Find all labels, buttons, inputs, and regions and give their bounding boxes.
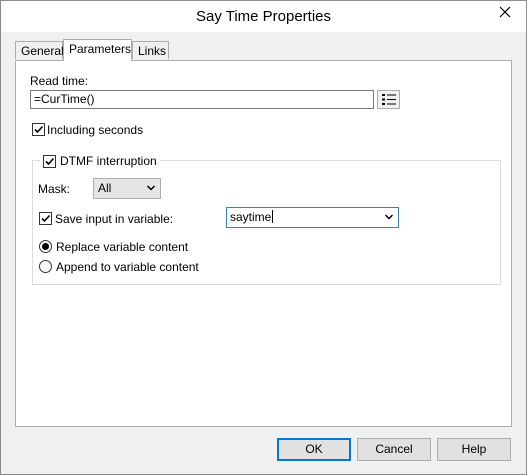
chevron-down-icon [384, 214, 394, 220]
dialog-window: Say Time Properties General Parameters L… [0, 0, 527, 475]
variable-combobox[interactable]: saytime [226, 207, 399, 228]
chevron-down-icon [146, 185, 156, 191]
tab-links[interactable]: Links [132, 41, 169, 59]
variable-value: saytime [230, 210, 272, 224]
dtmf-interruption-label: DTMF interruption [60, 154, 157, 168]
cancel-button[interactable]: Cancel [357, 438, 431, 461]
title-bar: Say Time Properties [1, 1, 526, 32]
including-seconds-label: Including seconds [47, 123, 144, 137]
including-seconds-checkbox[interactable] [32, 123, 45, 136]
dtmf-interruption-checkbox[interactable] [43, 154, 56, 168]
window-title: Say Time Properties [195, 8, 332, 25]
mask-label: Mask: [38, 182, 71, 196]
check-icon [34, 125, 44, 134]
mask-value: All [98, 181, 112, 195]
check-icon [41, 214, 51, 223]
tab-parameters[interactable]: Parameters [63, 39, 132, 61]
tab-general[interactable]: General [15, 41, 64, 59]
save-input-checkbox[interactable] [39, 212, 52, 225]
append-variable-label: Append to variable content [56, 260, 199, 274]
ok-button[interactable]: OK [277, 438, 351, 461]
read-time-label: Read time: [30, 74, 89, 88]
tab-general-label: General [21, 44, 64, 58]
list-icon [381, 94, 396, 105]
tab-links-label: Links [138, 44, 167, 58]
mask-select[interactable]: All [93, 178, 161, 199]
replace-variable-radio[interactable] [39, 240, 52, 253]
dtmf-group-legend: DTMF interruption [40, 154, 160, 168]
radio-selected-dot [42, 243, 49, 250]
replace-variable-label: Replace variable content [56, 240, 189, 254]
parameters-panel: Read time: =CurTime() Including seconds [15, 60, 512, 427]
tab-parameters-label: Parameters [69, 42, 132, 56]
append-variable-radio[interactable] [39, 260, 52, 273]
help-button[interactable]: Help [437, 438, 511, 461]
read-time-input[interactable]: =CurTime() [30, 90, 374, 109]
text-caret [272, 210, 274, 223]
close-button[interactable] [489, 2, 521, 22]
check-icon [45, 157, 55, 165]
expression-builder-button[interactable] [377, 90, 400, 109]
save-input-label: Save input in variable: [55, 212, 174, 226]
close-icon [499, 6, 511, 18]
